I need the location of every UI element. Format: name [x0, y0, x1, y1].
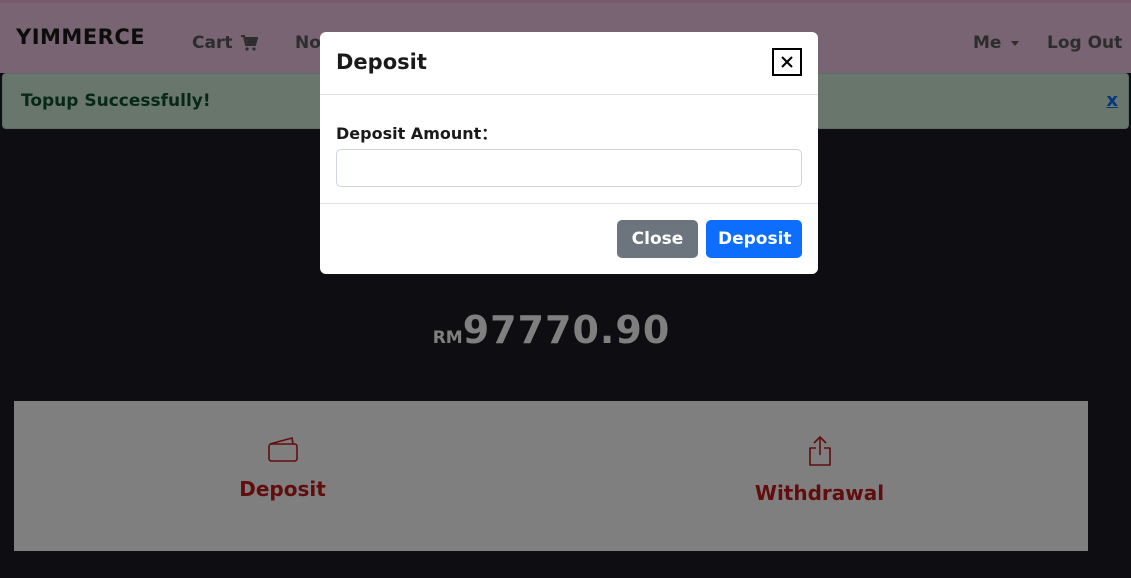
modal-footer: Close Deposit — [320, 204, 818, 274]
close-icon — [781, 56, 793, 68]
modal-close-button[interactable] — [772, 48, 802, 76]
deposit-modal: Deposit Deposit Amount： Close Deposit — [320, 32, 818, 274]
close-button[interactable]: Close — [617, 220, 698, 258]
deposit-amount-input[interactable] — [336, 149, 802, 187]
modal-title: Deposit — [336, 50, 427, 74]
modal-header: Deposit — [320, 32, 818, 95]
deposit-amount-label: Deposit Amount： — [336, 124, 498, 143]
modal-body: Deposit Amount： — [320, 95, 818, 204]
deposit-submit-button[interactable]: Deposit — [706, 220, 802, 258]
